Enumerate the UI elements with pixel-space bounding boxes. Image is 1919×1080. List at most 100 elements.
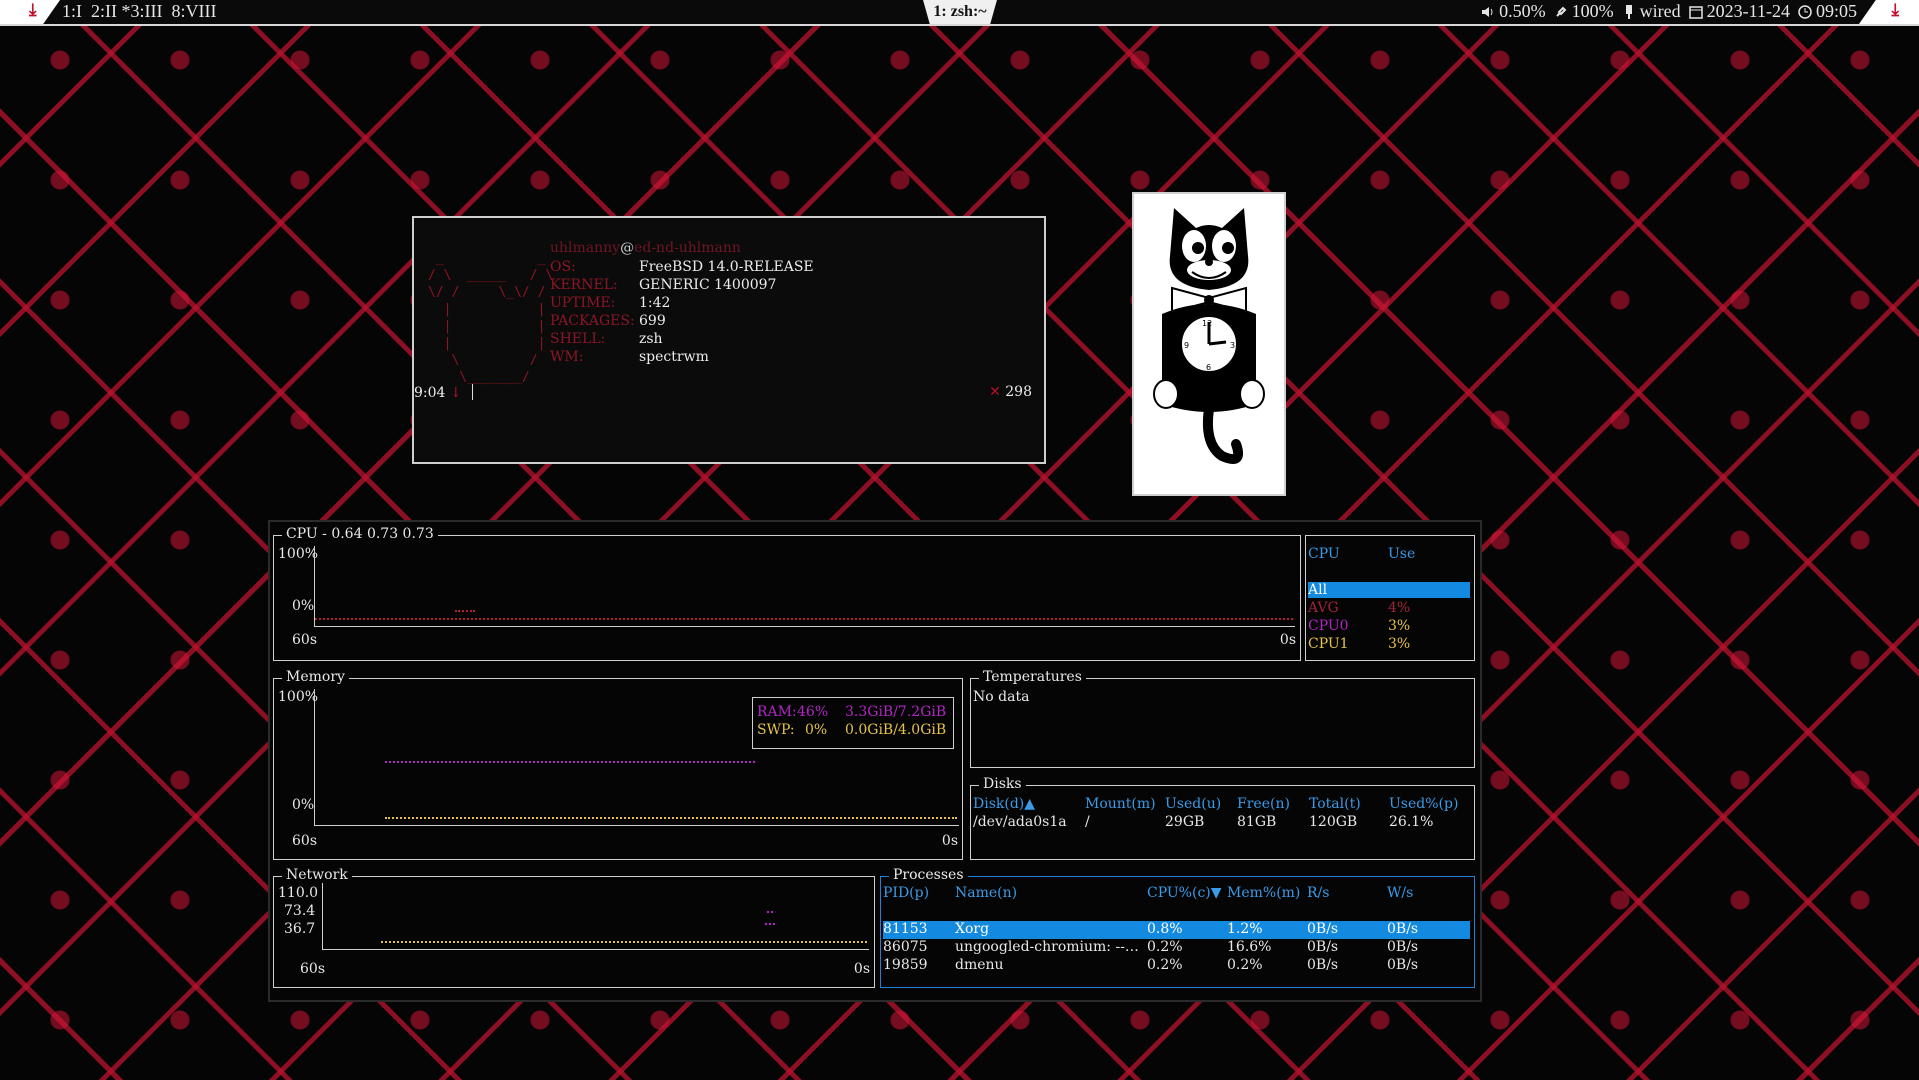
disk-free: 81GB — [1237, 814, 1277, 830]
user-host: uhlmanny@ed-nd-uhlmann — [550, 240, 741, 256]
cpu-spike — [455, 610, 475, 612]
plug-icon — [1555, 6, 1567, 17]
ram-percent: 46% — [797, 704, 829, 720]
network-value: wired — [1639, 1, 1681, 21]
info-key: SHELL: — [550, 331, 606, 347]
net-x-right: 0s — [853, 961, 870, 977]
proc-col-name[interactable]: Name(n) — [955, 885, 1017, 901]
disk-col-used[interactable]: Used(u) — [1165, 796, 1221, 812]
cpu-avg-use: 4% — [1388, 600, 1411, 616]
ram-line — [385, 761, 755, 763]
cat-clock-window[interactable]: 12 3 6 9 — [1132, 192, 1286, 496]
cpu-x-right: 0s — [1279, 632, 1296, 648]
proc-cpu: 0.2% — [1147, 939, 1183, 955]
proc-mem: 1.2% — [1227, 921, 1263, 937]
disk-total: 120GB — [1309, 814, 1358, 830]
net-tick-1: 110.0 — [278, 885, 319, 901]
cpu-col-header: CPU — [1308, 546, 1340, 562]
network-segment: wired — [1622, 1, 1681, 22]
cpu-table: CPU Use All AVG 4% CPU0 3% CPU1 3% — [1305, 535, 1475, 661]
swap-label: SWP: — [757, 722, 795, 738]
info-row-shell: SHELL: zsh — [550, 330, 814, 348]
disk-col-disk[interactable]: Disk(d)▲ — [973, 796, 1035, 812]
info-row-os: OS: FreeBSD 14.0-RELEASE — [550, 258, 814, 276]
net-download-line — [381, 941, 867, 943]
proc-cpu: 0.2% — [1147, 957, 1183, 973]
cpu0-use: 3% — [1388, 618, 1411, 634]
x-icon: ✕ — [989, 384, 1001, 400]
svg-text:9: 9 — [1184, 341, 1189, 350]
battery-value: 100% — [1571, 1, 1614, 21]
btop-window[interactable]: CPU - 0.64 0.73 0.73 100% 0% 60s 0s CPU … — [268, 520, 1482, 1002]
proc-col-pid[interactable]: PID(p) — [883, 885, 929, 901]
date-segment: 2023-11-24 — [1688, 1, 1790, 22]
cpu-row-cpu1[interactable]: CPU1 — [1308, 636, 1349, 652]
shell-prompt[interactable]: 9:04 ↓ — [414, 384, 473, 401]
cpu-y-top: 100% — [278, 546, 319, 562]
proc-read: 0B/s — [1307, 921, 1339, 937]
net-tick-3: 36.7 — [284, 921, 316, 937]
text-cursor — [471, 384, 473, 400]
proc-write: 0B/s — [1387, 939, 1419, 955]
time-segment: 09:05 — [1798, 1, 1857, 22]
cpu-x-left: 60s — [292, 632, 317, 648]
disk-col-usedpct[interactable]: Used%(p) — [1389, 796, 1458, 812]
cpu-panel: CPU - 0.64 0.73 0.73 100% 0% 60s 0s — [273, 526, 1301, 661]
use-col-header: Use — [1388, 546, 1416, 562]
proc-read: 0B/s — [1307, 957, 1339, 973]
cpu-row-avg[interactable]: AVG — [1308, 600, 1339, 616]
disk-name: /dev/ada0s1a — [973, 814, 1067, 830]
network-title: Network — [282, 867, 352, 883]
info-value: spectrwm — [639, 349, 709, 365]
disk-col-free[interactable]: Free(n) — [1237, 796, 1290, 812]
info-value: GENERIC 1400097 — [639, 277, 777, 293]
proc-col-write[interactable]: W/s — [1387, 885, 1413, 901]
speaker-icon — [1482, 6, 1493, 17]
disk-col-mount[interactable]: Mount(m) — [1085, 796, 1156, 812]
cat-clock-image: 12 3 6 9 — [1153, 208, 1265, 464]
at-sign: @ — [620, 240, 635, 256]
table-row[interactable]: 19859 dmenu 0.2% 0.2% 0B/s 0B/s — [883, 957, 1470, 975]
disk-mount: / — [1085, 814, 1090, 830]
net-x-left: 60s — [300, 961, 325, 977]
ram-value: 3.3GiB/7.2GiB — [845, 704, 947, 720]
status-area: 0.50% 100% wired 2023-11-24 09:05 — [1481, 1, 1857, 22]
info-key: OS: — [550, 259, 576, 275]
svg-text:3: 3 — [1230, 341, 1235, 350]
proc-name: Xorg — [955, 921, 990, 937]
cpu-row-all[interactable]: All — [1308, 582, 1470, 598]
down-arrow-icon: ⤓ — [1891, 0, 1899, 19]
history-count: 298 — [1005, 384, 1032, 400]
swap-line — [385, 817, 957, 819]
swap-percent: 0% — [805, 722, 828, 738]
cpu1-use: 3% — [1388, 636, 1411, 652]
down-arrow-icon: ⤓ — [29, 0, 37, 19]
volume-segment: 0.50% — [1481, 1, 1546, 22]
workspace-list[interactable]: 1:I 2:II *3:III 8:VIII — [62, 1, 216, 22]
temperatures-title: Temperatures — [979, 669, 1086, 685]
terminal-window[interactable]: _ _ / \ _____ / \ \/ / \_\/ / | | | | | … — [412, 216, 1046, 464]
disk-col-total[interactable]: Total(t) — [1309, 796, 1361, 812]
volume-value: 0.50% — [1499, 1, 1546, 21]
proc-pid: 86075 — [883, 939, 928, 955]
disk-used: 29GB — [1165, 814, 1205, 830]
ram-label: RAM: — [757, 704, 797, 720]
cpu-row-cpu0[interactable]: CPU0 — [1308, 618, 1349, 634]
table-row[interactable]: 86075 ungoogled-chromium: --… 0.2% 16.6%… — [883, 939, 1470, 957]
proc-col-cpu[interactable]: CPU%(c)▼ — [1147, 885, 1222, 901]
network-panel: Network 110.0 73.4 36.7 60s 0s — [273, 867, 875, 988]
swap-value: 0.0GiB/4.0GiB — [845, 722, 947, 738]
proc-col-read[interactable]: R/s — [1307, 885, 1329, 901]
prompt-arrow-icon: ↓ — [449, 385, 462, 401]
cpu-graph — [314, 546, 1295, 627]
proc-mem: 0.2% — [1227, 957, 1263, 973]
right-menu-button[interactable] — [1859, 0, 1919, 24]
window-title: 1: zsh:~ — [923, 0, 997, 24]
proc-read: 0B/s — [1307, 939, 1339, 955]
network-graph — [322, 883, 869, 950]
clock-icon — [1798, 4, 1812, 19]
disk-usedpct: 26.1% — [1389, 814, 1434, 830]
proc-col-mem[interactable]: Mem%(m) — [1227, 885, 1300, 901]
mem-x-left: 60s — [292, 833, 317, 849]
table-row[interactable]: 81153 Xorg 0.8% 1.2% 0B/s 0B/s — [883, 921, 1470, 939]
